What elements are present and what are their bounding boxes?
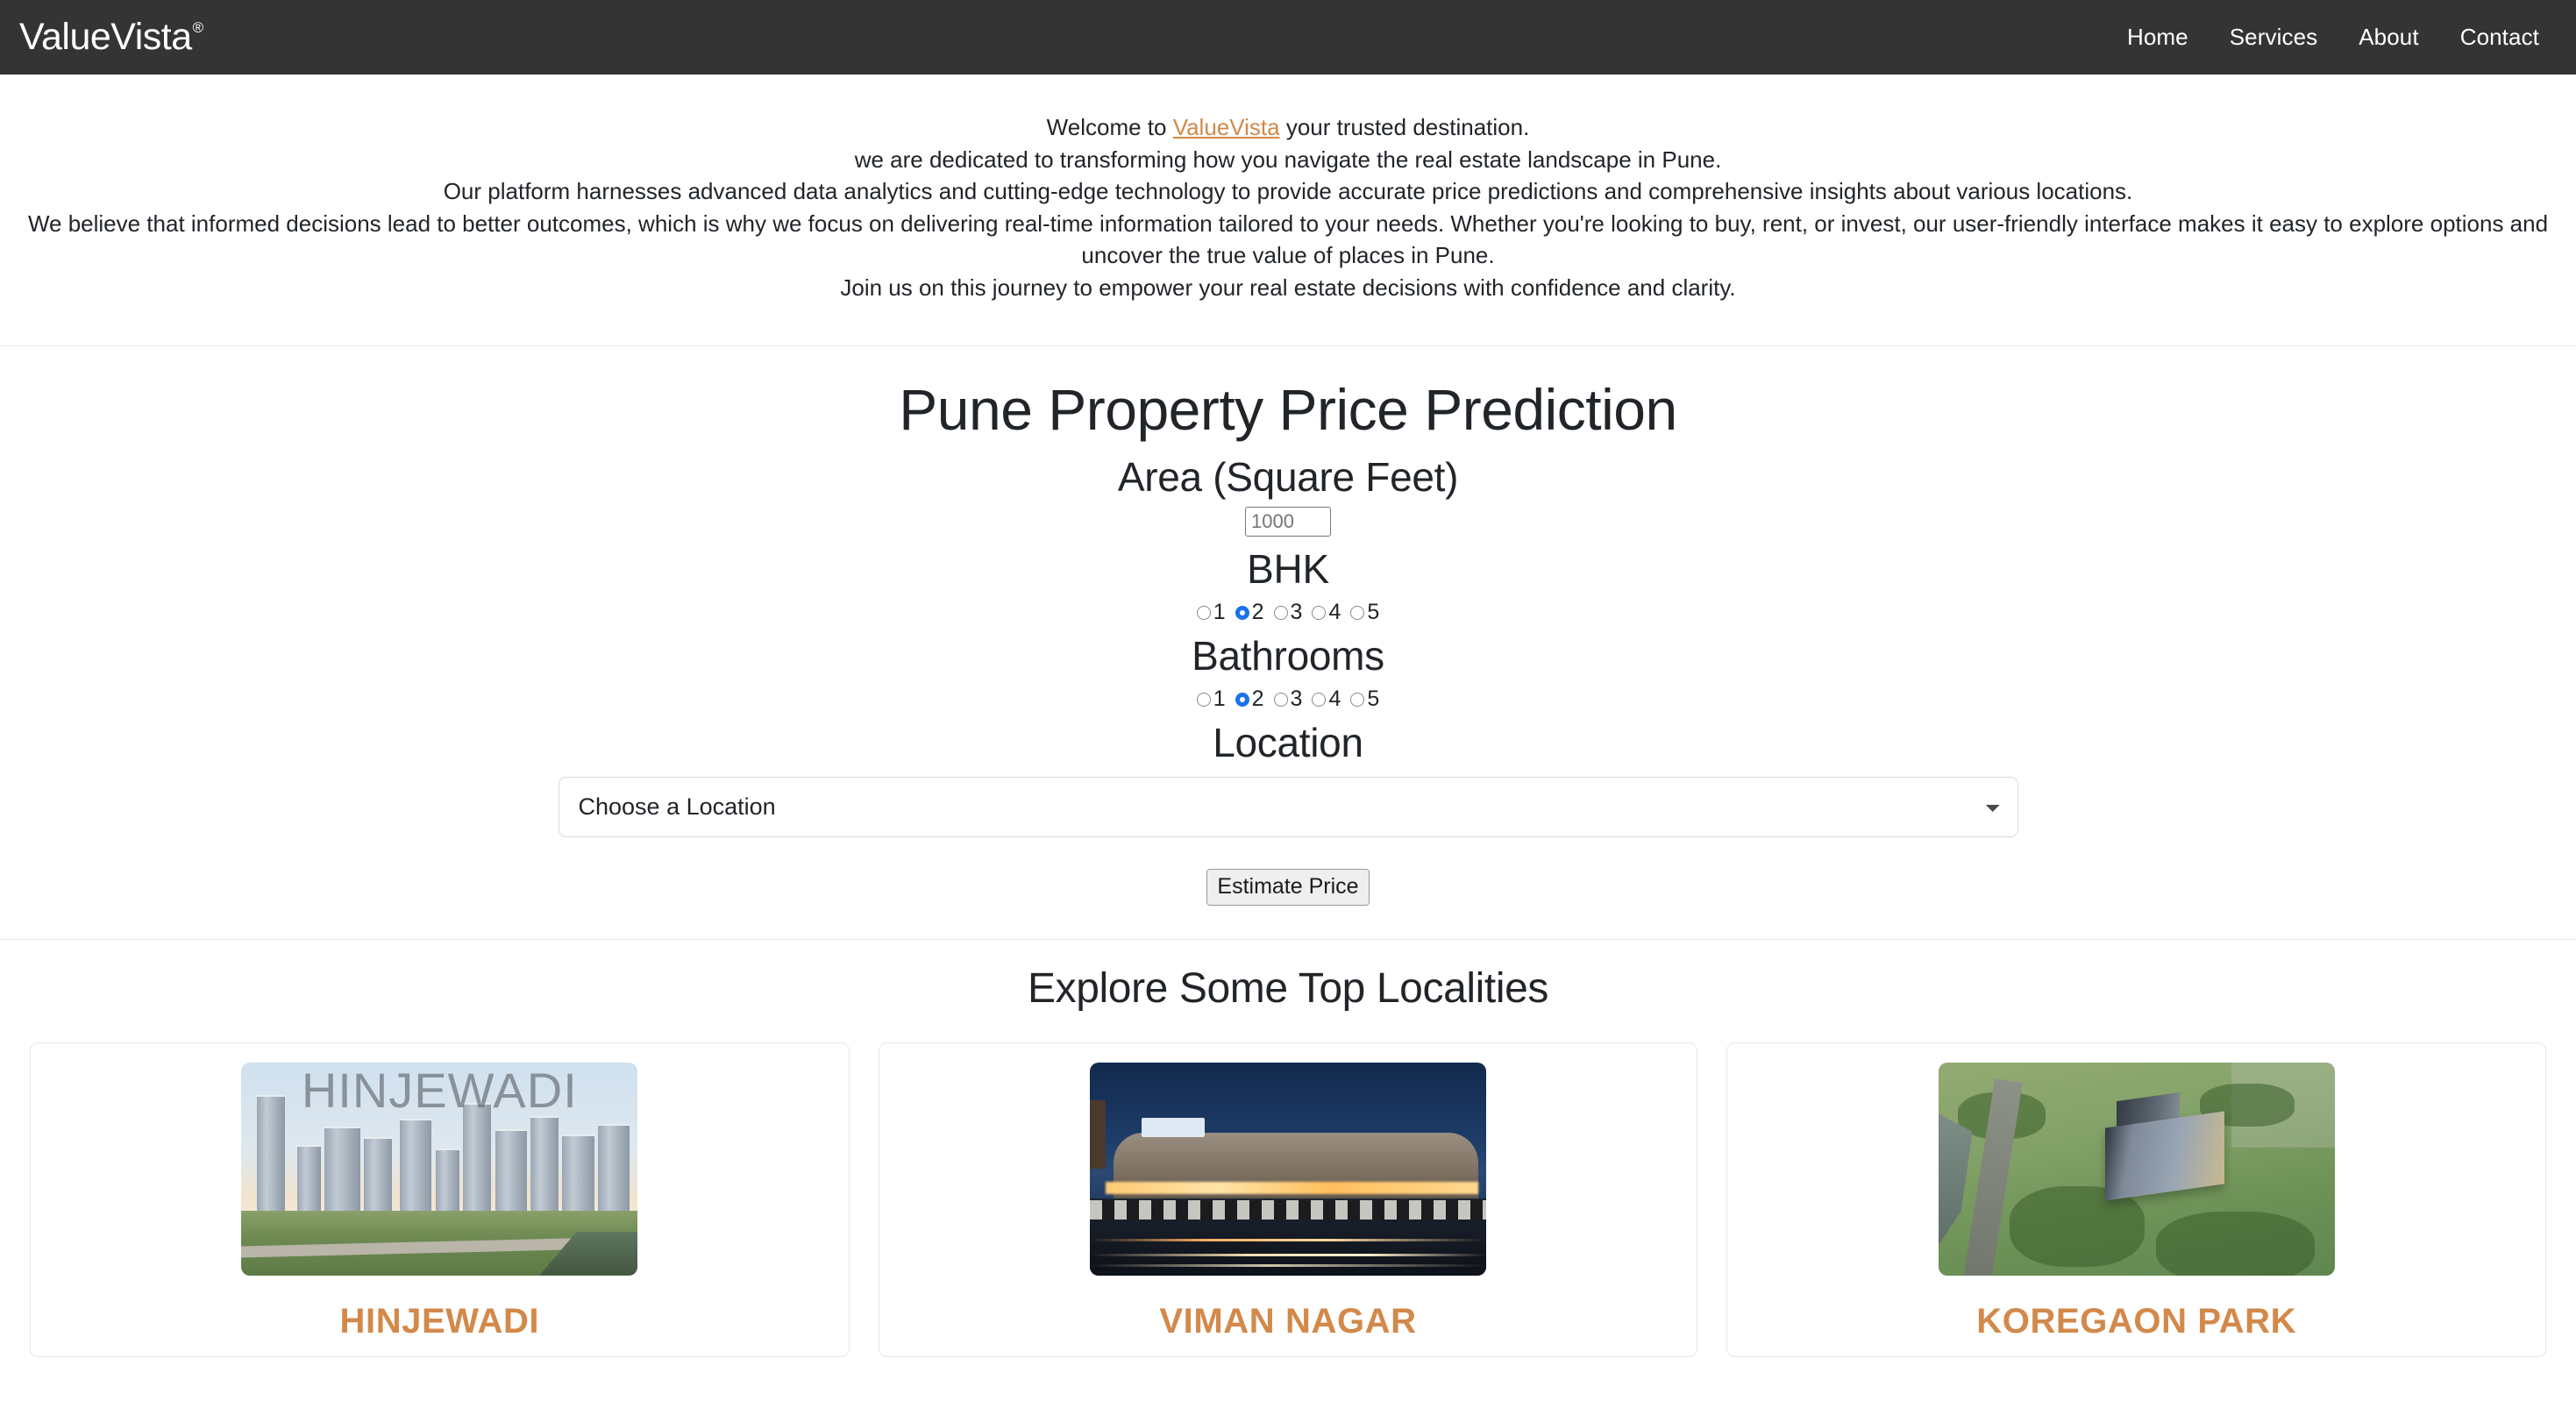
intro-line-4: We believe that informed decisions lead … [27, 210, 2549, 269]
intro-line-1: Welcome to ValueVista your trusted desti… [26, 111, 2550, 144]
site-logo-text: ValueVista [19, 16, 192, 58]
locality-card[interactable]: VIMAN NAGAR [878, 1042, 1698, 1357]
intro-line-2: we are dedicated to transforming how you… [854, 146, 1722, 173]
bath-option-4[interactable]: 4 [1312, 688, 1341, 710]
bhk-label: BHK [1247, 546, 1329, 593]
bath-radio-4-label[interactable]: 4 [1328, 688, 1341, 710]
top-navigation-bar: ValueVista ® Home Services About Contact [0, 0, 2576, 75]
locality-card[interactable]: KOREGAON PARK [1726, 1042, 2547, 1357]
area-label: Area (Square Feet) [1117, 453, 1459, 500]
bath-radio-1[interactable] [1196, 692, 1211, 707]
bhk-radio-2-label[interactable]: 2 [1252, 601, 1264, 623]
bhk-radio-5[interactable] [1350, 605, 1365, 620]
nav-link-contact[interactable]: Contact [2460, 24, 2539, 51]
light-streak-1 [1090, 1238, 1486, 1241]
bhk-radio-group: 1 2 3 4 5 [0, 601, 2576, 623]
mall-lights-layer [1106, 1181, 1478, 1195]
registered-trademark-icon: ® [192, 19, 204, 36]
bhk-option-2[interactable]: 2 [1235, 601, 1264, 623]
mall-signboard [1141, 1117, 1206, 1137]
site-logo[interactable]: ValueVista ® [19, 18, 203, 56]
hinjewadi-image: HINJEWADI [241, 1062, 638, 1276]
intro-brand-link[interactable]: ValueVista [1173, 114, 1280, 140]
intro-welcome-prefix: Welcome to [1046, 114, 1173, 140]
intro-line-5: Join us on this journey to empower your … [840, 274, 1736, 301]
bath-option-2[interactable]: 2 [1235, 688, 1264, 710]
locality-card-title[interactable]: KOREGAON PARK [1976, 1302, 2296, 1341]
localities-section-title: Explore Some Top Localities [1028, 964, 1548, 1012]
price-prediction-section: Pune Property Price Prediction Area (Squ… [0, 346, 2576, 940]
bhk-option-5[interactable]: 5 [1350, 601, 1379, 623]
bath-option-5[interactable]: 5 [1350, 688, 1379, 710]
locality-cards: HINJEWADI HINJEWADI VIMAN NAGAR KOREGAON… [0, 1042, 2576, 1357]
koregaon-park-image [1938, 1062, 2335, 1276]
bhk-option-1[interactable]: 1 [1196, 601, 1226, 623]
bath-option-1[interactable]: 1 [1196, 688, 1226, 710]
bathrooms-label: Bathrooms [1192, 633, 1384, 679]
light-streak-3 [1090, 1263, 1486, 1267]
nav-link-about[interactable]: About [2359, 24, 2418, 51]
side-tower-layer [1090, 1100, 1107, 1170]
road-barrier-layer [1090, 1200, 1486, 1220]
locality-card[interactable]: HINJEWADI HINJEWADI [30, 1042, 850, 1357]
location-label: Location [1213, 720, 1363, 766]
bhk-radio-3[interactable] [1273, 605, 1288, 620]
bath-radio-3-label[interactable]: 3 [1291, 688, 1303, 710]
intro-welcome-suffix: your trusted destination. [1279, 114, 1530, 140]
bath-radio-4[interactable] [1312, 692, 1327, 707]
bhk-radio-5-label[interactable]: 5 [1367, 601, 1379, 623]
locality-card-title[interactable]: HINJEWADI [340, 1302, 540, 1341]
bath-radio-2-label[interactable]: 2 [1252, 688, 1264, 710]
top-localities-section: Explore Some Top Localities HINJEWADI HI… [0, 940, 2576, 1357]
page-title: Pune Property Price Prediction [899, 377, 1677, 442]
viman-nagar-image [1090, 1062, 1486, 1276]
bhk-option-4[interactable]: 4 [1312, 601, 1341, 623]
bath-radio-5[interactable] [1350, 692, 1365, 707]
bath-radio-2[interactable] [1235, 692, 1249, 707]
nav-links: Home Services About Contact [2127, 24, 2539, 51]
bhk-radio-4-label[interactable]: 4 [1328, 601, 1341, 623]
area-input[interactable] [1245, 507, 1331, 537]
nav-link-services[interactable]: Services [2230, 24, 2318, 51]
intro-section: Welcome to ValueVista your trusted desti… [0, 75, 2576, 346]
locality-card-title[interactable]: VIMAN NAGAR [1159, 1302, 1416, 1341]
nav-link-home[interactable]: Home [2127, 24, 2188, 51]
bhk-radio-2[interactable] [1235, 605, 1249, 620]
estimate-price-button[interactable]: Estimate Price [1206, 868, 1370, 906]
bhk-radio-1[interactable] [1196, 605, 1211, 620]
light-streak-2 [1090, 1253, 1486, 1256]
bhk-option-3[interactable]: 3 [1273, 601, 1303, 623]
bath-radio-1-label[interactable]: 1 [1213, 688, 1226, 710]
bath-radio-3[interactable] [1273, 692, 1288, 707]
bathrooms-radio-group: 1 2 3 4 5 [0, 688, 2576, 710]
bhk-radio-1-label[interactable]: 1 [1213, 601, 1226, 623]
bath-option-3[interactable]: 3 [1273, 688, 1303, 710]
hinjewadi-image-overlay-text: HINJEWADI [301, 1062, 578, 1118]
intro-line-3: Our platform harnesses advanced data ana… [443, 178, 2133, 204]
bhk-radio-4[interactable] [1312, 605, 1327, 620]
bhk-radio-3-label[interactable]: 3 [1291, 601, 1303, 623]
bath-radio-5-label[interactable]: 5 [1367, 688, 1379, 710]
location-select[interactable]: Choose a Location [558, 776, 2018, 837]
